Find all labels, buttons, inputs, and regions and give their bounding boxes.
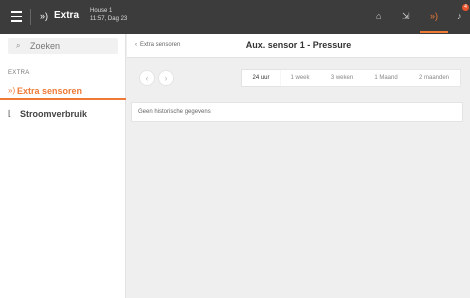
- menu-icon[interactable]: [11, 11, 22, 22]
- main-content: ‹ Extra sensoren Aux. sensor 1 - Pressure…: [127, 34, 470, 298]
- range-tab-3-weeks[interactable]: 3 weken: [320, 70, 364, 86]
- sidebar-item-extra-sensors[interactable]: ») Extra sensoren: [0, 82, 126, 100]
- page-title: Aux. sensor 1 - Pressure: [245, 40, 352, 50]
- search-icon: ⌕: [16, 41, 21, 50]
- top-bar: ») Extra House 1 11:57, Dag 23 ⌂ ⇲ ») ♪ …: [0, 0, 470, 34]
- chart-icon: ⌊: [8, 109, 12, 118]
- sidebar: ⌕ EXTRA ») Extra sensoren ⌊ Stroomverbru…: [0, 34, 126, 298]
- house-name: House 1: [90, 8, 113, 14]
- house-info: House 1 11:57, Dag 23: [90, 7, 127, 23]
- sidebar-item-label: Stroomverbruik: [20, 109, 88, 119]
- active-underline: [0, 98, 126, 100]
- range-tab-24h[interactable]: 24 uur: [242, 70, 280, 86]
- signal-icon[interactable]: »): [430, 11, 438, 21]
- topbar-divider: [30, 9, 31, 25]
- notice-text: Geen historische gegevens: [138, 109, 211, 115]
- signal-icon: »): [8, 86, 16, 95]
- range-tab-1-month[interactable]: 1 Maand: [364, 70, 408, 86]
- previous-period-button[interactable]: ‹: [139, 70, 155, 86]
- active-tab-underline: [420, 31, 448, 33]
- time-range-selector: 24 uur 1 week 3 weken 1 Maand 2 maanden: [241, 69, 461, 87]
- section-label: EXTRA: [8, 70, 30, 76]
- sidebar-item-power-usage[interactable]: ⌊ Stroomverbruik: [0, 105, 126, 123]
- sidebar-item-label: Extra sensoren: [17, 86, 83, 96]
- home-icon[interactable]: ⌂: [376, 11, 381, 21]
- bell-icon[interactable]: ♪: [457, 11, 462, 21]
- range-tab-1-week[interactable]: 1 week: [280, 70, 320, 86]
- notification-badge: 4: [462, 4, 469, 11]
- search-box: ⌕: [8, 38, 118, 54]
- app-title: Extra: [54, 10, 80, 21]
- search-input[interactable]: [30, 40, 115, 52]
- exit-icon[interactable]: ⇲: [402, 11, 410, 22]
- datetime: 11:57, Dag 23: [90, 16, 128, 22]
- range-tab-2-months[interactable]: 2 maanden: [408, 70, 460, 86]
- content-header: ‹ Extra sensoren Aux. sensor 1 - Pressure: [127, 34, 470, 58]
- next-period-button[interactable]: ›: [158, 70, 174, 86]
- signal-icon: »): [40, 11, 49, 21]
- no-data-notice: Geen historische gegevens: [131, 102, 463, 122]
